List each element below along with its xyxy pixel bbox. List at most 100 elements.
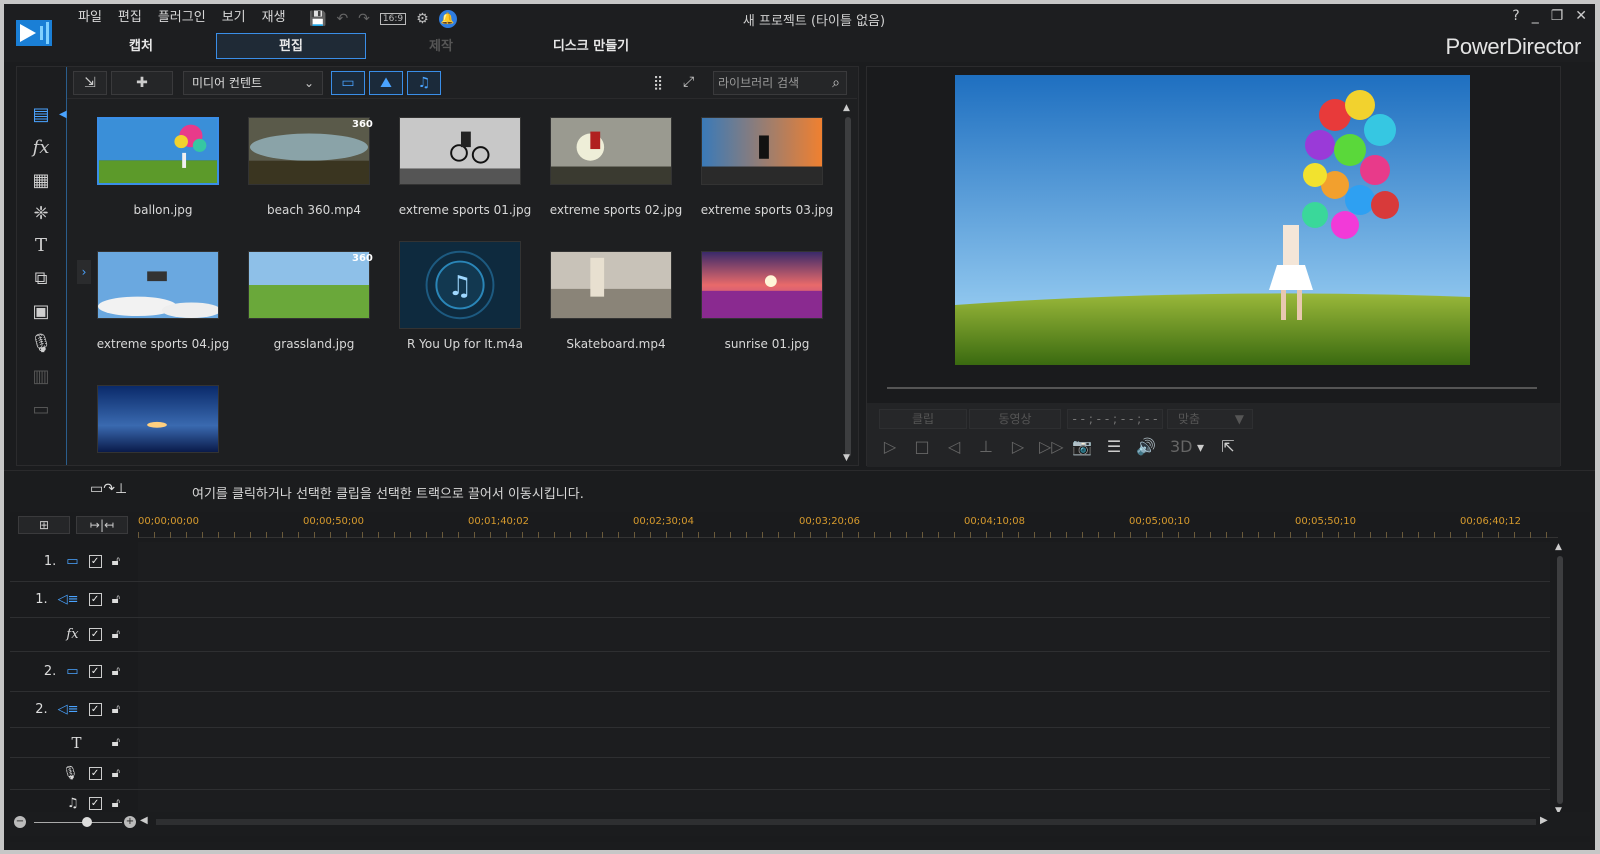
voice-over-room-icon[interactable]: 🎙: [28, 332, 54, 356]
tab-edit[interactable]: 편집: [216, 33, 366, 59]
track-enable-checkbox[interactable]: ✓: [88, 555, 102, 568]
scrollbar-thumb[interactable]: [845, 117, 851, 457]
zoom-slider-handle[interactable]: [82, 817, 92, 827]
track-enable-checkbox[interactable]: ✓: [88, 797, 102, 810]
media-item[interactable]: extreme sports 01.jpg: [389, 107, 531, 237]
detach-library-icon[interactable]: ⤢: [683, 74, 694, 90]
subtitles-icon[interactable]: ☰: [1103, 437, 1125, 456]
pip-objects-room-icon[interactable]: ▦: [28, 169, 54, 193]
scroll-down-icon[interactable]: ▼: [843, 453, 850, 463]
undo-icon[interactable]: ↶: [336, 11, 348, 27]
track-area[interactable]: [138, 652, 1550, 691]
media-item[interactable]: extreme sports 04.jpg: [87, 241, 229, 371]
close-button[interactable]: ✕: [1575, 8, 1587, 24]
tab-capture[interactable]: 캡처: [66, 33, 216, 59]
fast-forward-icon[interactable]: ▷▷: [1039, 437, 1064, 456]
fx-room-icon[interactable]: fx: [28, 136, 54, 160]
track-area[interactable]: [138, 582, 1550, 617]
track-area[interactable]: [138, 758, 1550, 789]
media-item[interactable]: Skateboard.mp4: [540, 241, 680, 371]
title-room-icon[interactable]: T: [28, 234, 54, 258]
scroll-up-icon[interactable]: ▲: [1555, 542, 1562, 552]
library-search-input[interactable]: 라이브러리 검색 ⌕: [713, 71, 847, 95]
menu-plugin[interactable]: 플러그인: [150, 8, 214, 28]
view-grid-icon[interactable]: ⣿: [653, 75, 663, 91]
app-logo-icon: [16, 20, 52, 46]
track-enable-checkbox[interactable]: ✓: [88, 703, 102, 716]
library-scrollbar[interactable]: ▲ ▼: [842, 103, 854, 463]
image-filter-icon[interactable]: ⛰: [369, 71, 403, 95]
timeline-vertical-scrollbar[interactable]: ▲ ▼: [1554, 542, 1566, 818]
settings-gear-icon[interactable]: ⚙: [416, 11, 429, 27]
undock-preview-icon[interactable]: ⇱: [1217, 437, 1239, 456]
lock-icon[interactable]: 🔓︎: [112, 627, 120, 642]
plugins-icon[interactable]: ✚: [111, 71, 173, 95]
scrollbar-thumb[interactable]: [1557, 556, 1563, 804]
aspect-ratio-button[interactable]: 16:9: [379, 13, 407, 25]
next-frame-icon[interactable]: ▷: [1007, 437, 1029, 456]
lock-icon[interactable]: 🔓︎: [112, 664, 120, 679]
lock-icon[interactable]: 🔓︎: [112, 592, 120, 607]
scroll-right-icon[interactable]: ▶: [1540, 815, 1548, 826]
media-item[interactable]: extreme sports 03.jpg: [691, 107, 833, 237]
track-area[interactable]: [138, 542, 1550, 581]
lock-icon[interactable]: 🔓︎: [112, 766, 120, 781]
minimize-button[interactable]: _: [1532, 8, 1539, 24]
menu-play[interactable]: 재생: [254, 8, 294, 28]
scroll-up-icon[interactable]: ▲: [843, 103, 850, 113]
media-item[interactable]: sunrise 01.jpg: [691, 241, 831, 371]
preview-seek-bar[interactable]: [887, 387, 1537, 389]
zoom-slider[interactable]: [34, 822, 122, 823]
stop-icon[interactable]: □: [911, 437, 933, 456]
media-item[interactable]: ballon.jpg: [87, 107, 227, 237]
track-manager-icon[interactable]: ⊞: [18, 516, 70, 534]
menu-view[interactable]: 보기: [214, 8, 254, 28]
search-icon[interactable]: ⌕: [832, 72, 840, 94]
track-area[interactable]: [138, 618, 1550, 651]
import-media-icon[interactable]: ⇲: [73, 71, 107, 95]
restore-button[interactable]: ❐: [1551, 8, 1564, 24]
zoom-out-icon[interactable]: −: [14, 816, 26, 828]
lock-icon[interactable]: 🔓︎: [112, 796, 120, 811]
track-move-icon[interactable]: ▭↷⊥: [90, 481, 127, 497]
3d-mode-button[interactable]: 3D ▾: [1167, 437, 1207, 456]
track-enable-checkbox[interactable]: ✓: [88, 628, 102, 641]
redo-icon[interactable]: ↷: [358, 11, 370, 27]
track-enable-checkbox[interactable]: ✓: [88, 593, 102, 606]
media-item[interactable]: ♫ R You Up for It.m4a: [389, 241, 529, 371]
lock-icon[interactable]: 🔓︎: [112, 702, 120, 717]
scroll-left-icon[interactable]: ◀: [140, 815, 148, 826]
track-enable-checkbox[interactable]: ✓: [88, 767, 102, 780]
media-item[interactable]: 360 beach 360.mp4: [238, 107, 378, 237]
fit-timeline-icon[interactable]: ↦|↤: [76, 516, 128, 534]
play-icon[interactable]: ▷: [879, 437, 901, 456]
menu-edit[interactable]: 편집: [110, 8, 150, 28]
video-filter-icon[interactable]: ▭: [331, 71, 365, 95]
track-area[interactable]: [138, 692, 1550, 727]
track-enable-checkbox[interactable]: ✓: [88, 665, 102, 678]
zoom-in-icon[interactable]: +: [124, 816, 136, 828]
previous-frame-icon[interactable]: ◁: [943, 437, 965, 456]
lock-icon[interactable]: 🔓︎: [112, 735, 120, 750]
timeline-ruler[interactable]: 00;00;00;00 00;00;50;00 00;01;40;02 00;0…: [138, 512, 1558, 538]
audio-mixing-room-icon[interactable]: ▣: [28, 300, 54, 324]
lock-icon[interactable]: 🔓︎: [112, 554, 120, 569]
snapshot-camera-icon[interactable]: 📷: [1071, 437, 1093, 456]
audio-filter-icon[interactable]: ♫: [407, 71, 441, 95]
media-item[interactable]: extreme sports 02.jpg: [540, 107, 682, 237]
timecode-tick: 00;05;50;10: [1295, 516, 1357, 527]
media-item[interactable]: 360 grassland.jpg: [238, 241, 378, 371]
help-button[interactable]: ?: [1512, 8, 1519, 24]
menu-file[interactable]: 파일: [70, 8, 110, 28]
save-icon[interactable]: 💾: [309, 11, 326, 27]
timeline-horizontal-scrollbar[interactable]: [156, 819, 1536, 825]
particle-room-icon[interactable]: ❈: [28, 202, 54, 226]
tab-create-disc[interactable]: 디스크 만들기: [516, 33, 666, 59]
track-area[interactable]: [138, 728, 1550, 757]
split-icon[interactable]: ⊥: [975, 437, 997, 456]
media-room-icon[interactable]: ▤: [28, 103, 54, 127]
volume-icon[interactable]: 🔊: [1135, 437, 1157, 456]
transition-room-icon[interactable]: ⧉: [28, 267, 54, 291]
media-content-dropdown[interactable]: 미디어 컨텐트 ⌄: [183, 71, 323, 95]
notification-bell-icon[interactable]: 🔔: [438, 10, 457, 28]
